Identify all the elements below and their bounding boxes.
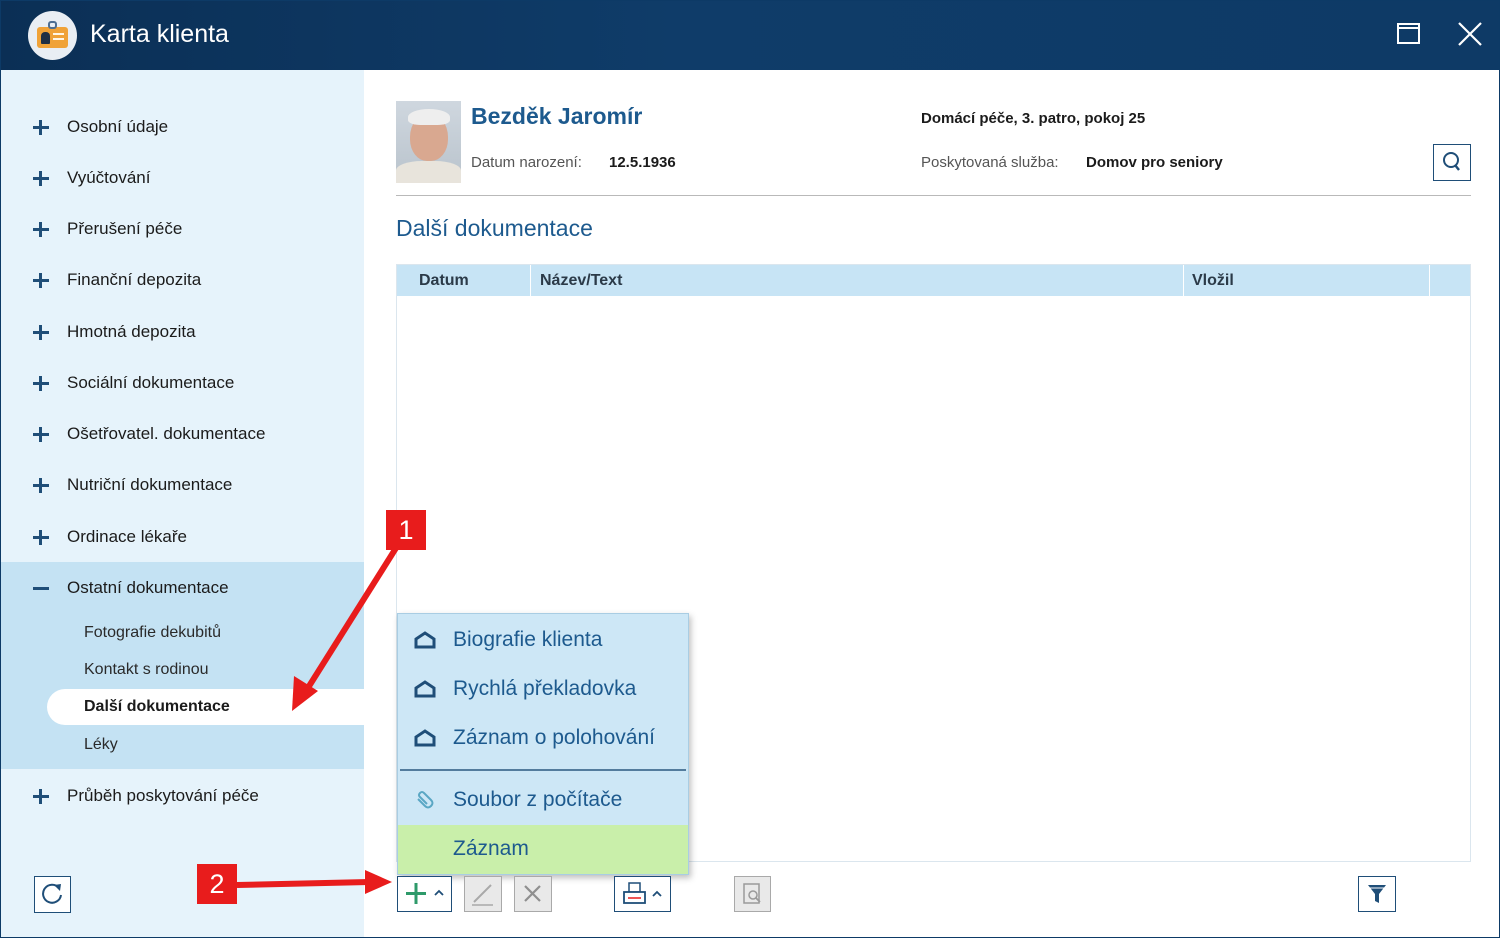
plus-icon [31,219,51,239]
form-icon [414,631,436,649]
client-card-window: Karta klienta Osobní údaje Vyúčtování Př… [0,0,1500,938]
plus-icon [31,270,51,290]
sidebar-item-osobni-udaje[interactable]: Osobní údaje [1,103,364,151]
menu-item-soubor-z-pocitace[interactable]: Soubor z počítače [398,776,688,825]
client-location: Domácí péče, 3. patro, pokoj 25 [921,110,1146,127]
annotation-marker-2: 2 [197,864,237,904]
client-name: Bezděk Jaromír [471,103,643,129]
plus-icon [31,527,51,547]
printer-icon [623,882,662,904]
service-value: Domov pro seniory [1086,154,1223,171]
sidebar-item-label: Osobní údaje [67,117,169,136]
table-header: Datum Název/Text Vložil [397,265,1470,296]
search-icon [1443,152,1460,171]
dob-value: 12.5.1936 [609,154,676,171]
menu-item-zaznam[interactable]: Záznam [398,825,688,874]
sidebar-item-label: Ošetřovatel. dokumentace [67,424,266,443]
column-header-vlozil[interactable]: Vložil [1192,265,1234,296]
sidebar-item-label: Finanční depozita [67,270,202,289]
sidebar-item-label: Vyúčtování [67,168,151,187]
sidebar: Osobní údaje Vyúčtování Přerušení péče F… [1,70,364,937]
sidebar-item-prubeh-poskytovani-pece[interactable]: Průběh poskytování péče [1,772,364,820]
sidebar-item-financni-depozita[interactable]: Finanční depozita [1,256,364,304]
sidebar-item-label: Nutriční dokumentace [67,475,233,494]
sidebar-item-ostatni-dokumentace[interactable]: Ostatní dokumentace [1,564,364,612]
menu-item-label: Biografie klienta [453,628,603,651]
refresh-icon [42,883,62,904]
filter-button[interactable] [1358,876,1396,912]
menu-item-biografie-klienta[interactable]: Biografie klienta [398,616,688,665]
column-header-nazev-text[interactable]: Název/Text [540,265,622,296]
column-header-datum[interactable]: Datum [419,265,469,296]
client-card-app-icon [28,11,77,60]
sidebar-item-nutricni-dokumentace[interactable]: Nutriční dokumentace [1,461,364,509]
client-search-button[interactable] [1433,144,1471,181]
sidebar-item-label: Průběh poskytování péče [67,786,259,805]
filter-icon [1368,885,1386,903]
window-title: Karta klienta [90,20,229,48]
pencil-icon [472,884,493,906]
plus-icon [31,373,51,393]
menu-item-rychla-prekladovka[interactable]: Rychlá překladovka [398,665,688,714]
menu-item-label: Záznam o polohování [453,726,655,749]
menu-item-label: Záznam [453,837,529,860]
minus-icon [31,578,51,598]
add-button[interactable] [397,876,452,912]
dob-label: Datum narození: [471,154,582,171]
subitem-leky[interactable]: Léky [84,736,118,754]
sidebar-item-label: Sociální dokumentace [67,373,235,392]
form-icon [414,680,436,698]
form-icon [414,729,436,747]
sidebar-item-ordinace-lekare[interactable]: Ordinace lékaře [1,513,364,561]
delete-button[interactable] [514,876,552,912]
close-icon[interactable] [1455,19,1485,49]
client-photo [396,101,461,183]
sidebar-item-preruseni-pece[interactable]: Přerušení péče [1,205,364,253]
header-divider [396,195,1471,196]
plus-icon [31,117,51,137]
preview-button[interactable] [734,876,771,912]
menu-item-label: Rychlá překladovka [453,677,637,700]
subitem-dalsi-dokumentace-label: Další dokumentace [84,698,230,715]
sidebar-item-label: Přerušení péče [67,219,183,238]
sidebar-item-label: Ordinace lékaře [67,527,188,546]
menu-divider [400,769,686,771]
title-bar: Karta klienta [1,1,1499,70]
add-dropdown-menu: Biografie klienta Rychlá překladovka Záz… [397,613,689,875]
menu-item-label: Soubor z počítače [453,788,623,811]
plus-icon [31,168,51,188]
plus-icon [406,883,444,904]
maximize-icon[interactable] [1394,19,1424,49]
sidebar-item-label: Ostatní dokumentace [67,578,229,597]
refresh-button[interactable] [34,876,71,913]
plus-icon [31,786,51,806]
annotation-marker-1: 1 [386,510,426,550]
print-button[interactable] [614,876,671,912]
section-title: Další dokumentace [396,215,593,241]
paperclip-icon [417,791,434,809]
plus-icon [31,424,51,444]
sidebar-item-hmotna-depozita[interactable]: Hmotná depozita [1,308,364,356]
edit-button[interactable] [464,876,502,912]
sidebar-item-vyuctovani[interactable]: Vyúčtování [1,154,364,202]
plus-icon [31,475,51,495]
service-label: Poskytovaná služba: [921,154,1059,171]
menu-item-zaznam-o-polohovani[interactable]: Záznam o polohování [398,714,688,763]
subitem-kontakt-s-rodinou[interactable]: Kontakt s rodinou [84,661,209,679]
delete-icon [524,885,541,902]
subitem-fotografie-dekubitu[interactable]: Fotografie dekubitů [84,624,221,642]
sidebar-item-label: Hmotná depozita [67,322,196,341]
sidebar-item-osetrovatel-dokumentace[interactable]: Ošetřovatel. dokumentace [1,410,364,458]
sidebar-item-socialni-dokumentace[interactable]: Sociální dokumentace [1,359,364,407]
preview-icon [743,883,761,904]
plus-icon [31,322,51,342]
